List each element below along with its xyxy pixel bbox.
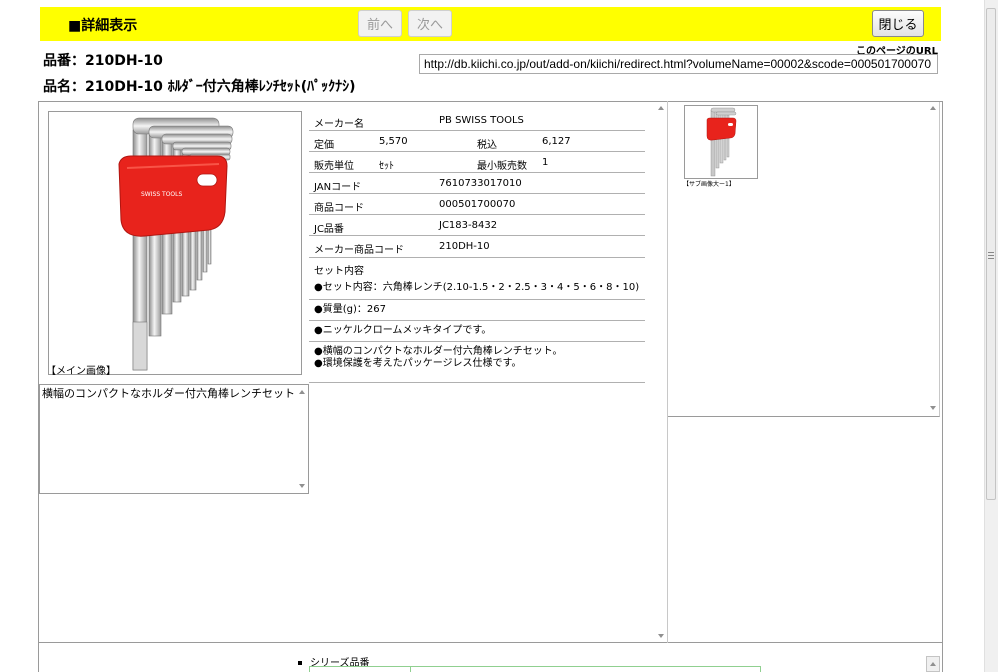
- scroll-down-icon[interactable]: [299, 484, 305, 488]
- description-scrollbar[interactable]: [296, 385, 308, 493]
- spec-value: 5,570: [379, 136, 408, 147]
- series-scrollbar[interactable]: [926, 656, 940, 672]
- series-table: [309, 666, 761, 672]
- sub-image-caption: 【サブ画像大ー1】: [683, 181, 735, 188]
- spec-label: 最小販売数: [477, 161, 527, 172]
- page-url-field[interactable]: http://db.kiichi.co.jp/out/add-on/kiichi…: [419, 54, 938, 74]
- product-number: 品番：210DH-10: [43, 53, 163, 69]
- spec-label: JANコード: [314, 182, 362, 193]
- sub-image-thumbnail[interactable]: [684, 105, 758, 179]
- spec-row-maker-code: メーカー商品コード 210DH-10: [309, 236, 645, 258]
- scroll-down-icon[interactable]: [930, 406, 936, 410]
- scroll-up-icon[interactable]: [299, 390, 305, 394]
- spec-label: 販売単位: [314, 161, 354, 172]
- spec-label: 税込: [477, 140, 497, 151]
- spec-label: 商品コード: [314, 203, 364, 214]
- description-textarea[interactable]: 横幅のコンパクトなホルダー付六角棒レンチセット: [39, 384, 309, 494]
- detail-scrollbar[interactable]: [655, 102, 667, 642]
- spec-label: 定価: [314, 140, 334, 151]
- feature-item: ●環境保護を考えたパッケージレス仕様です。: [314, 358, 522, 369]
- spec-row-maker: メーカー名 PB SWISS TOOLS: [309, 110, 645, 131]
- bullet-icon: [298, 661, 302, 665]
- features-block: ●横幅のコンパクトなホルダー付六角棒レンチセット。 ●環境保護を考えたパッケージ…: [309, 342, 645, 383]
- spec-value: 1: [542, 157, 549, 168]
- spec-label: メーカー名: [314, 119, 364, 130]
- feature-item: ●横幅のコンパクトなホルダー付六角棒レンチセット。: [314, 346, 563, 357]
- spec-value: JC183-8432: [439, 220, 498, 231]
- scroll-up-icon[interactable]: [930, 106, 936, 110]
- scroll-grip: [988, 258, 994, 259]
- product-name: 品名：210DH-10 ﾎﾙﾀﾞｰ付六角棒ﾚﾝﾁｾｯﾄ(ﾊﾟｯｸﾅｼ): [43, 79, 356, 95]
- set-item: ●ニッケルクロームメッキタイプです。: [314, 325, 492, 336]
- set-item-row: ●質量(g)：267: [309, 300, 645, 321]
- hex-key-set-image: SWISS TOOLS: [118, 117, 234, 371]
- spec-row-unit: 販売単位 ｾｯﾄ 最小販売数 1: [309, 152, 645, 173]
- spec-value: ｾｯﾄ: [379, 161, 394, 172]
- scroll-grip: [988, 252, 994, 253]
- description-text: 横幅のコンパクトなホルダー付六角棒レンチセット: [42, 387, 295, 400]
- header-title: ■詳細表示: [68, 18, 138, 34]
- header-bar: ■詳細表示 前へ 次へ 閉じる: [40, 7, 941, 41]
- prev-button[interactable]: 前へ: [358, 10, 402, 37]
- close-button[interactable]: 閉じる: [872, 10, 924, 37]
- spec-label: メーカー商品コード: [314, 245, 404, 256]
- scroll-grip: [988, 255, 994, 256]
- hex-key-thumb-image: [706, 107, 737, 177]
- scroll-down-icon[interactable]: [658, 634, 664, 638]
- main-image[interactable]: SWISS TOOLS: [48, 111, 302, 375]
- spec-value: 7610733017010: [439, 178, 522, 189]
- spec-row-price: 定価 5,570 税込 6,127: [309, 131, 645, 152]
- spec-label: JC品番: [314, 224, 344, 235]
- sub-image-scrollbar[interactable]: [927, 102, 939, 416]
- set-item-row: ●ニッケルクロームメッキタイプです。: [309, 321, 645, 342]
- page-scrollbar-thumb[interactable]: [986, 8, 996, 500]
- spec-table: メーカー名 PB SWISS TOOLS 定価 5,570 税込 6,127 販…: [309, 110, 645, 383]
- set-item: ●セット内容：六角棒レンチ(2.10-1.5・2・2.5・3・4・5・6・8・1…: [314, 282, 640, 293]
- spec-value: 6,127: [542, 136, 571, 147]
- spec-value: 210DH-10: [439, 241, 490, 252]
- holder-brand-text: SWISS TOOLS: [141, 191, 182, 198]
- detail-page: ■詳細表示 前へ 次へ 閉じる このページのURL http://db.kiic…: [0, 0, 998, 672]
- spec-value: 000501700070: [439, 199, 516, 210]
- spec-row-code: 商品コード 000501700070: [309, 194, 645, 215]
- series-table-divider: [410, 667, 411, 672]
- spec-value: PB SWISS TOOLS: [439, 115, 524, 126]
- scroll-up-icon[interactable]: [658, 106, 664, 110]
- set-contents-title: セット内容: [314, 266, 364, 277]
- spec-row-jan: JANコード 7610733017010: [309, 173, 645, 194]
- set-contents-block: セット内容 ●セット内容：六角棒レンチ(2.10-1.5・2・2.5・3・4・5…: [309, 258, 645, 300]
- spec-row-jc: JC品番 JC183-8432: [309, 215, 645, 236]
- set-item: ●質量(g)：267: [314, 304, 386, 315]
- next-button[interactable]: 次へ: [408, 10, 452, 37]
- scroll-up-icon[interactable]: [930, 662, 936, 666]
- main-image-caption: 【メイン画像】: [46, 366, 116, 377]
